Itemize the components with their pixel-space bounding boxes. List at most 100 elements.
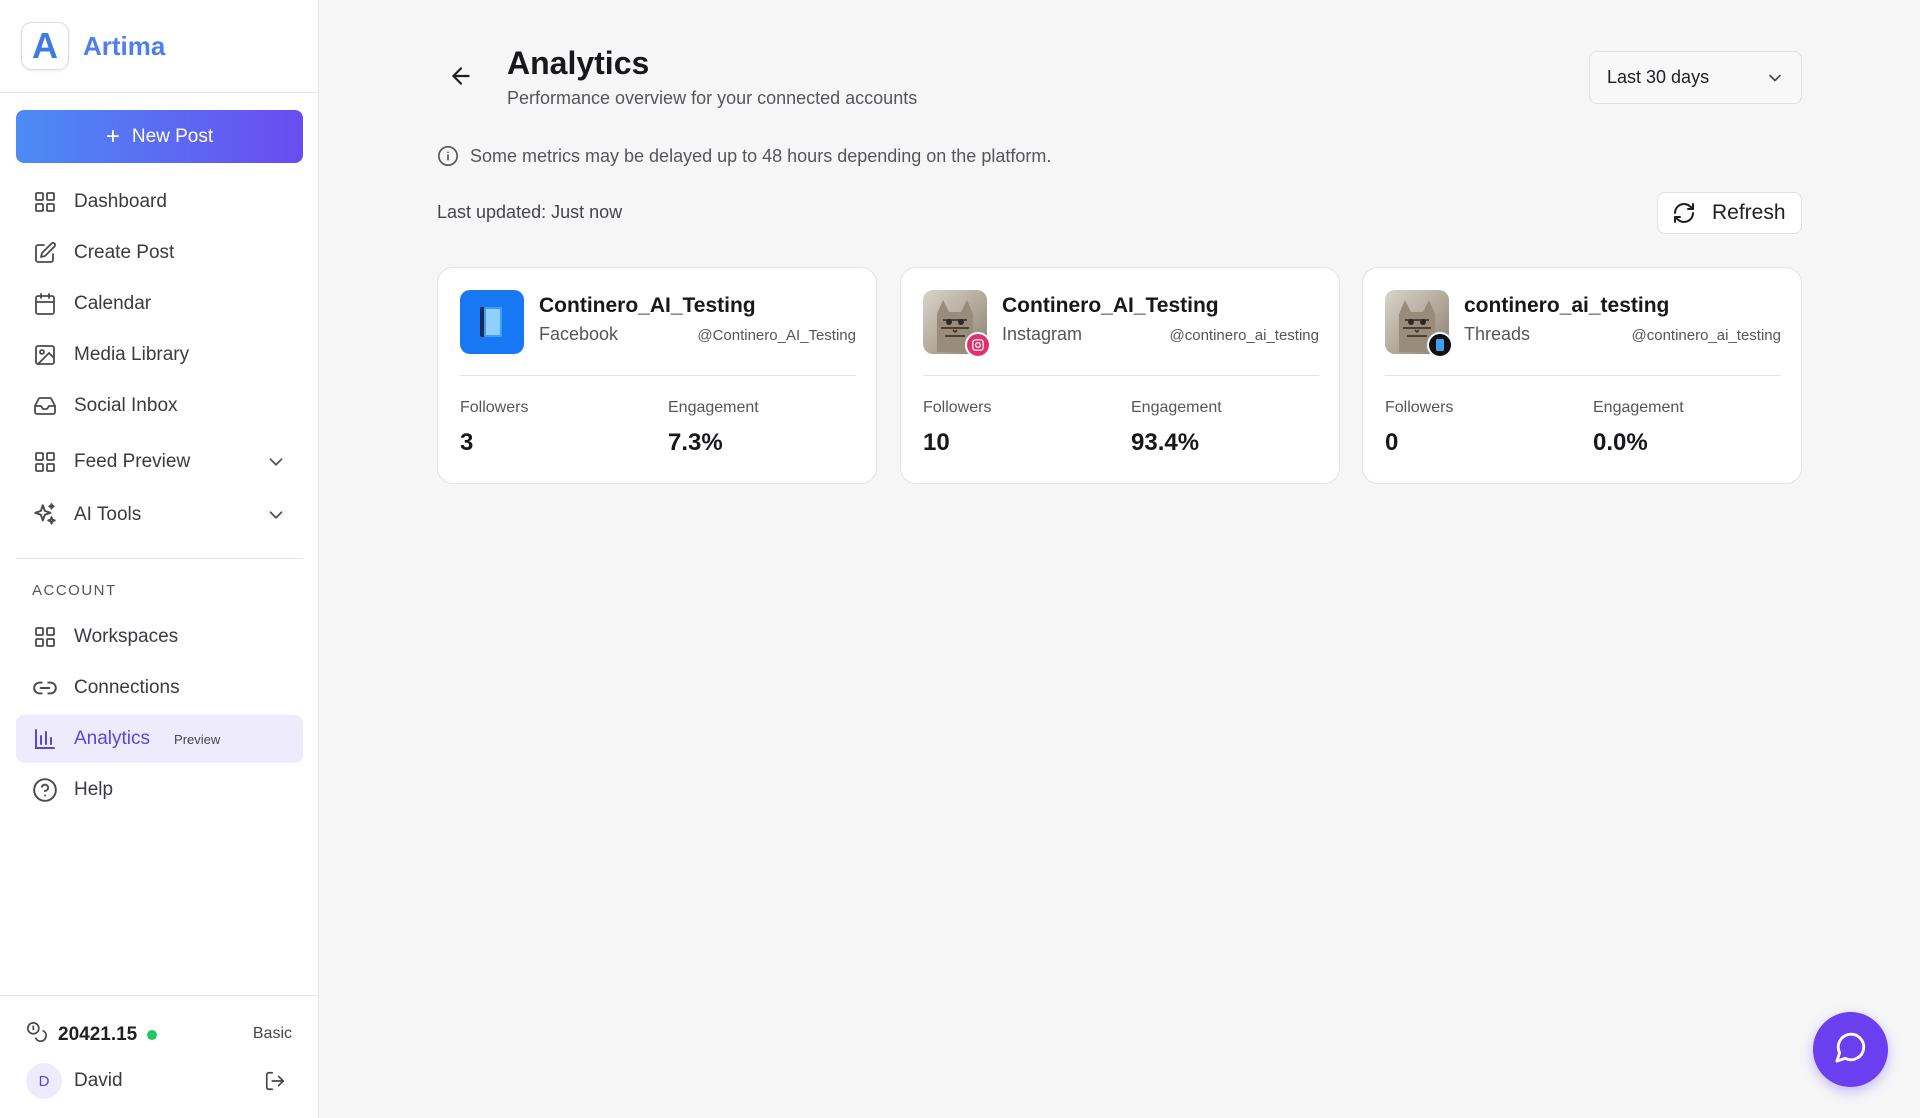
account-handle: @continero_ai_testing xyxy=(1169,327,1320,344)
account-card-threads[interactable]: continero_ai_testing Threads @continero_… xyxy=(1362,267,1802,484)
chat-button[interactable] xyxy=(1813,1012,1888,1087)
threads-icon xyxy=(1427,332,1453,358)
grid-icon xyxy=(32,449,58,475)
followers-label: Followers xyxy=(1385,399,1454,416)
refresh-label: Refresh xyxy=(1712,201,1786,224)
account-platform: Facebook xyxy=(539,324,619,344)
engagement-label: Engagement xyxy=(668,399,759,416)
engagement-value: 93.4% xyxy=(1131,429,1200,456)
credits-value: 20421.15 xyxy=(58,1023,138,1045)
coins-icon xyxy=(26,1021,48,1048)
user-name: David xyxy=(74,1070,123,1091)
sidebar-item-label: Workspaces xyxy=(74,626,179,647)
sidebar-item-create-post[interactable]: Create Post xyxy=(16,229,303,277)
new-post-button[interactable]: + New Post xyxy=(16,110,303,163)
plus-icon: + xyxy=(105,122,120,150)
sparkles-icon xyxy=(32,502,58,528)
sidebar-item-connections[interactable]: Connections xyxy=(16,664,303,712)
sidebar-item-workspaces[interactable]: Workspaces xyxy=(16,613,303,661)
preview-badge: Preview xyxy=(174,731,221,747)
account-handle: @continero_ai_testing xyxy=(1631,327,1782,344)
followers-value: 3 xyxy=(460,429,474,456)
instagram-icon xyxy=(965,332,991,358)
account-name: continero_ai_testing xyxy=(1464,294,1670,317)
sidebar-item-calendar[interactable]: Calendar xyxy=(16,280,303,328)
link-icon xyxy=(32,675,58,701)
page-subtitle: Performance overview for your connected … xyxy=(507,88,918,108)
notice-text: Some metrics may be delayed up to 48 hou… xyxy=(470,145,1052,166)
engagement-label: Engagement xyxy=(1131,399,1222,416)
help-circle-icon xyxy=(32,777,58,803)
account-name: Continero_AI_Testing xyxy=(539,294,756,317)
user-profile[interactable]: D David xyxy=(26,1063,123,1099)
engagement-value: 7.3% xyxy=(668,429,723,456)
plan-label: Basic xyxy=(252,1025,292,1042)
date-range-select[interactable]: Last 30 days xyxy=(1589,51,1802,104)
account-nav: Workspaces Connections Analytics Preview… xyxy=(16,613,303,814)
card-divider xyxy=(1385,375,1781,376)
sidebar-item-label: Social Inbox xyxy=(74,395,178,416)
back-arrow-icon[interactable] xyxy=(448,63,474,89)
bar-chart-icon xyxy=(32,726,58,752)
brand-logo-letter: A xyxy=(32,25,58,66)
followers-label: Followers xyxy=(460,399,529,416)
sidebar-item-ai-tools[interactable]: AI Tools xyxy=(16,488,303,541)
chevron-down-icon[interactable] xyxy=(265,504,287,526)
sidebar-item-dashboard[interactable]: Dashboard xyxy=(16,178,303,226)
sidebar: A Artima + New Post Dashboard Create Pos… xyxy=(0,0,319,1118)
sidebar-footer: 20421.15 Basic D David xyxy=(0,995,319,1118)
sidebar-item-help[interactable]: Help xyxy=(16,766,303,814)
sidebar-item-analytics[interactable]: Analytics Preview xyxy=(16,715,303,763)
brand: A Artima xyxy=(0,0,318,93)
sidebar-item-label: Help xyxy=(74,779,114,800)
engagement-value: 0.0% xyxy=(1593,429,1648,456)
credits-display[interactable]: 20421.15 xyxy=(26,1021,158,1048)
last-updated: Last updated: Just now xyxy=(437,202,623,222)
engagement-label: Engagement xyxy=(1593,399,1684,416)
facebook-page-icon xyxy=(460,290,524,354)
brand-logo[interactable]: A xyxy=(21,22,69,70)
page-title: Analytics xyxy=(507,45,650,81)
chat-bubble-icon xyxy=(1834,1030,1868,1069)
grid-icon xyxy=(32,624,58,650)
sidebar-item-label: Connections xyxy=(74,677,180,698)
chevron-down-icon[interactable] xyxy=(265,451,287,473)
status-dot xyxy=(147,1029,158,1040)
card-divider xyxy=(460,375,856,376)
sidebar-item-label: Analytics xyxy=(74,728,151,749)
grid-icon xyxy=(32,189,58,215)
followers-value: 10 xyxy=(923,429,950,456)
image-icon xyxy=(32,342,58,368)
date-range-value: Last 30 days xyxy=(1607,67,1710,87)
followers-label: Followers xyxy=(923,399,992,416)
sidebar-item-label: Dashboard xyxy=(74,191,167,212)
inbox-icon xyxy=(32,393,58,419)
sidebar-item-label: Calendar xyxy=(74,293,152,314)
edit-icon xyxy=(32,240,58,266)
account-card-facebook[interactable]: Continero_AI_Testing Facebook @Continero… xyxy=(437,267,877,484)
refresh-icon xyxy=(1672,201,1696,225)
sidebar-item-social-inbox[interactable]: Social Inbox xyxy=(16,382,303,430)
followers-value: 0 xyxy=(1385,429,1399,456)
sidebar-item-label: AI Tools xyxy=(74,503,142,525)
sidebar-item-label: Feed Preview xyxy=(74,450,191,472)
account-platform: Instagram xyxy=(1002,324,1083,344)
sidebar-item-feed-preview[interactable]: Feed Preview xyxy=(16,435,303,488)
account-card-instagram[interactable]: Continero_AI_Testing Instagram @continer… xyxy=(900,267,1340,484)
info-icon xyxy=(437,145,459,167)
metrics-notice: Some metrics may be delayed up to 48 hou… xyxy=(437,145,1051,167)
account-name: Continero_AI_Testing xyxy=(1002,294,1219,317)
brand-name[interactable]: Artima xyxy=(83,31,165,62)
avatar: D xyxy=(26,1063,62,1099)
main-nav: Dashboard Create Post Calendar Media Lib… xyxy=(16,178,303,541)
account-section-label: ACCOUNT xyxy=(32,582,117,599)
refresh-button[interactable]: Refresh xyxy=(1657,192,1802,234)
account-platform: Threads xyxy=(1464,324,1531,344)
sidebar-item-label: Create Post xyxy=(74,242,175,263)
logout-icon[interactable] xyxy=(264,1070,286,1092)
account-handle: @Continero_AI_Testing xyxy=(697,327,856,344)
sidebar-item-media-library[interactable]: Media Library xyxy=(16,331,303,379)
sidebar-divider xyxy=(16,558,303,559)
calendar-icon xyxy=(32,291,58,317)
card-divider xyxy=(923,375,1319,376)
